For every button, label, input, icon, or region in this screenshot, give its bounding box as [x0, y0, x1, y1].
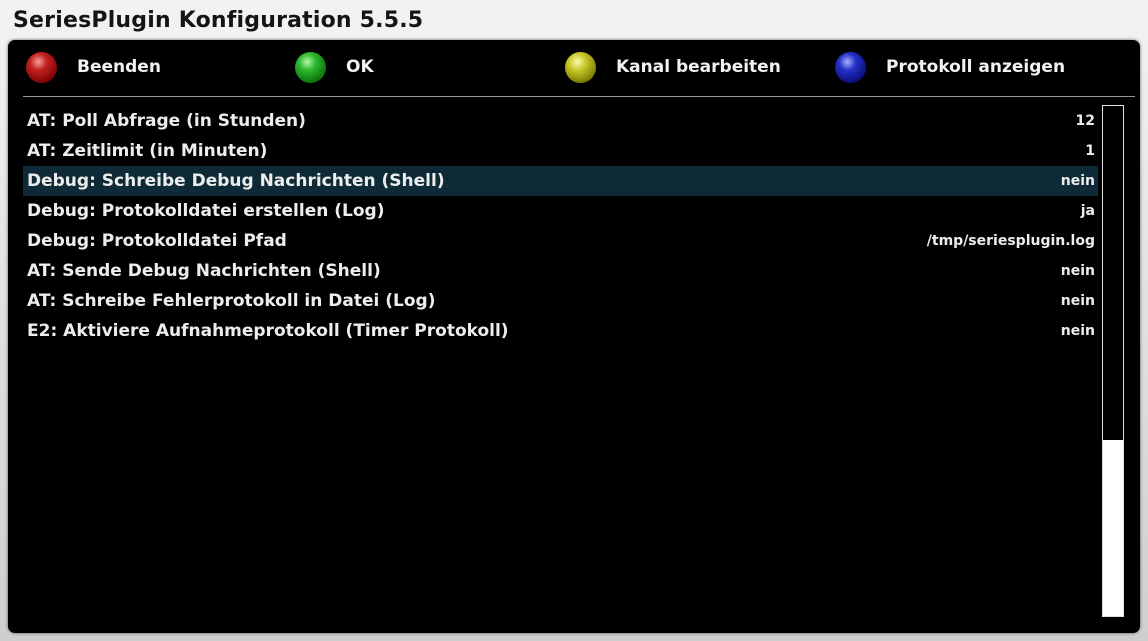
exit-button[interactable]: Beenden: [26, 51, 161, 83]
setting-row-send-debug[interactable]: AT: Sende Debug Nachrichten (Shell) nein: [23, 256, 1098, 286]
list-scrollbar[interactable]: [1102, 105, 1124, 617]
setting-value[interactable]: /tmp/seriesplugin.log: [927, 233, 1095, 249]
setting-row-error-log[interactable]: AT: Schreibe Fehlerprotokoll in Datei (L…: [23, 286, 1098, 316]
setting-label: Debug: Protokolldatei erstellen (Log): [27, 201, 385, 221]
show-log-button-label: Protokoll anzeigen: [886, 57, 1066, 77]
window-title: SeriesPlugin Konfiguration 5.5.5: [13, 8, 424, 33]
setting-value[interactable]: nein: [1061, 323, 1095, 339]
setting-label: AT: Schreibe Fehlerprotokoll in Datei (L…: [27, 291, 436, 311]
setting-label: AT: Poll Abfrage (in Stunden): [27, 111, 306, 131]
setting-row-debug-shell[interactable]: Debug: Schreibe Debug Nachrichten (Shell…: [23, 166, 1098, 196]
setting-label: E2: Aktiviere Aufnahmeprotokoll (Timer P…: [27, 321, 509, 341]
show-log-button[interactable]: Protokoll anzeigen: [835, 51, 1065, 83]
header-divider: [23, 96, 1135, 97]
setting-label: AT: Sende Debug Nachrichten (Shell): [27, 261, 381, 281]
green-button-icon: [295, 51, 326, 83]
settings-list[interactable]: AT: Poll Abfrage (in Stunden) 12 AT: Zei…: [23, 106, 1098, 616]
setting-label: Debug: Protokolldatei Pfad: [27, 231, 287, 251]
red-button-icon: [26, 51, 57, 83]
blue-button-icon: [835, 51, 866, 83]
ok-button[interactable]: OK: [295, 51, 374, 83]
ok-button-label: OK: [346, 57, 374, 77]
exit-button-label: Beenden: [77, 57, 161, 77]
setting-label: AT: Zeitlimit (in Minuten): [27, 141, 268, 161]
color-button-bar: Beenden OK Kanal bearbeiten Protokoll an…: [8, 40, 1140, 94]
config-panel: Beenden OK Kanal bearbeiten Protokoll an…: [8, 40, 1140, 633]
setting-row-debug-logfile[interactable]: Debug: Protokolldatei erstellen (Log) ja: [23, 196, 1098, 226]
edit-channel-button-label: Kanal bearbeiten: [616, 57, 781, 77]
setting-row-logfile-path[interactable]: Debug: Protokolldatei Pfad /tmp/seriespl…: [23, 226, 1098, 256]
setting-label: Debug: Schreibe Debug Nachrichten (Shell…: [27, 171, 445, 191]
edit-channel-button[interactable]: Kanal bearbeiten: [565, 51, 781, 83]
setting-value[interactable]: nein: [1061, 263, 1095, 279]
yellow-button-icon: [565, 51, 596, 83]
setting-row-time-limit[interactable]: AT: Zeitlimit (in Minuten) 1: [23, 136, 1098, 166]
setting-row-timer-log[interactable]: E2: Aktiviere Aufnahmeprotokoll (Timer P…: [23, 316, 1098, 346]
setting-value[interactable]: 1: [1085, 143, 1095, 159]
setting-value[interactable]: 12: [1076, 113, 1095, 129]
setting-value[interactable]: nein: [1061, 173, 1095, 189]
setting-row-poll-interval[interactable]: AT: Poll Abfrage (in Stunden) 12: [23, 106, 1098, 136]
scrollbar-thumb[interactable]: [1103, 106, 1123, 440]
setting-value[interactable]: ja: [1081, 203, 1095, 219]
setting-value[interactable]: nein: [1061, 293, 1095, 309]
